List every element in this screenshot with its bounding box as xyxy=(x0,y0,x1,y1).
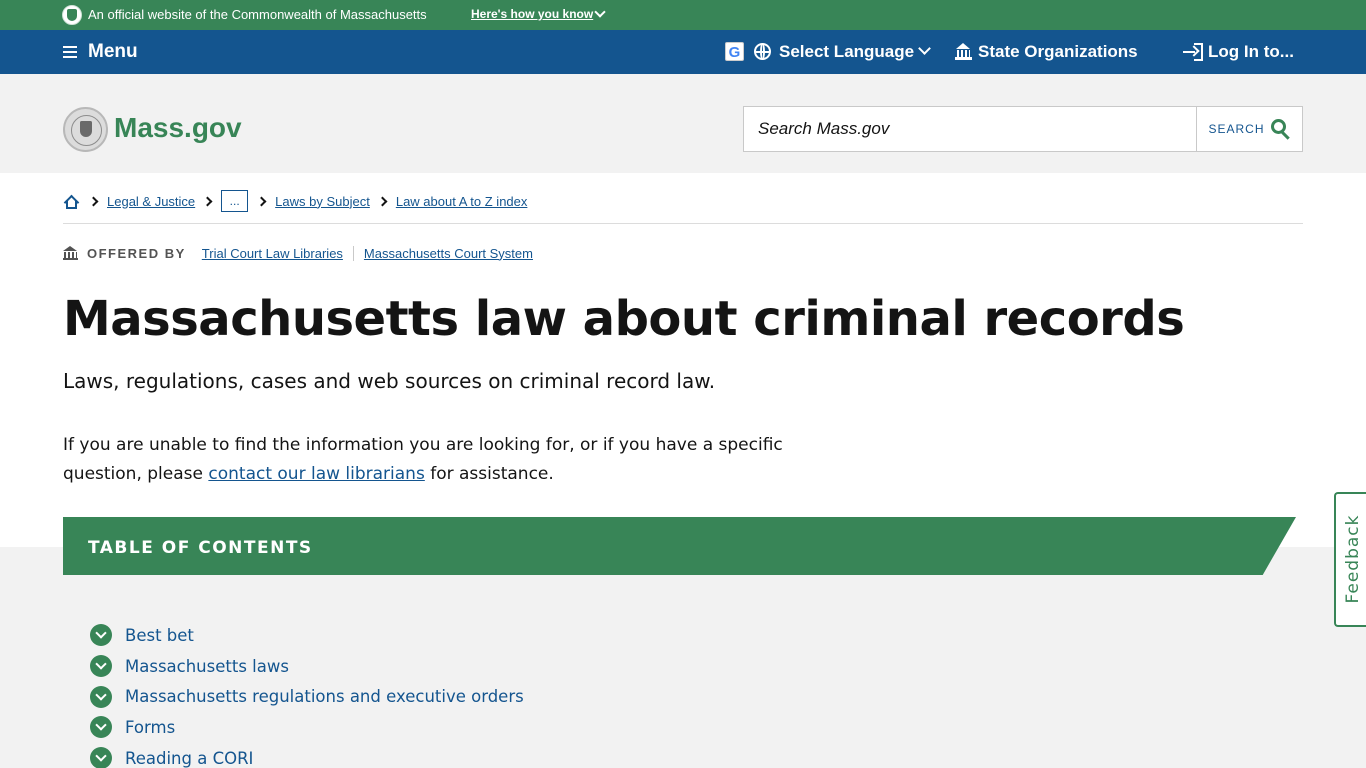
toc-item: Massachusetts regulations and executive … xyxy=(90,681,524,712)
state-organizations-button[interactable]: State Organizations xyxy=(978,42,1138,62)
intro-paragraph: If you are unable to find the informatio… xyxy=(63,431,863,489)
chevron-down-icon[interactable] xyxy=(594,6,606,18)
search-icon xyxy=(1270,119,1291,140)
utility-nav: Menu G Select Language State Organizatio… xyxy=(0,30,1366,74)
page-subtitle: Laws, regulations, cases and web sources… xyxy=(63,369,716,393)
breadcrumb-expand-button[interactable]: ... xyxy=(221,190,249,212)
search-field-wrapper xyxy=(743,106,1197,152)
site-header: Mass.gov SEARCH xyxy=(0,74,1366,173)
page-title: Massachusetts law about criminal records xyxy=(63,291,1185,347)
toc-link-massachusetts-laws[interactable]: Massachusetts laws xyxy=(125,657,289,676)
globe-icon xyxy=(754,43,771,60)
offered-by: OFFERED BY Trial Court Law Libraries Mas… xyxy=(63,245,533,261)
chevron-down-icon[interactable] xyxy=(918,42,931,55)
massachusetts-seal-icon xyxy=(62,5,82,25)
chevron-down-circle-icon xyxy=(90,624,112,647)
breadcrumb-laws-by-subject[interactable]: Laws by Subject xyxy=(275,194,370,209)
intro-text-end: for assistance. xyxy=(424,464,554,484)
toc-link-best-bet[interactable]: Best bet xyxy=(125,626,194,645)
toc-item: Reading a CORI xyxy=(90,743,524,768)
search-input[interactable] xyxy=(744,107,1196,151)
mass-gov-seal-logo[interactable] xyxy=(63,107,108,152)
toc-link-reading-a-cori[interactable]: Reading a CORI xyxy=(125,749,253,768)
menu-button[interactable]: Menu xyxy=(63,41,138,63)
toc-link-forms[interactable]: Forms xyxy=(125,718,175,737)
org-divider xyxy=(352,245,354,261)
hamburger-icon xyxy=(63,46,77,58)
toc-link-regulations[interactable]: Massachusetts regulations and executive … xyxy=(125,687,524,706)
login-button[interactable]: Log In to... xyxy=(1208,42,1294,62)
chevron-right-icon xyxy=(377,196,388,206)
table-of-contents-title: TABLE OF CONTENTS xyxy=(88,538,313,558)
breadcrumb-divider xyxy=(63,223,1303,224)
org-link-massachusetts-court-system[interactable]: Massachusetts Court System xyxy=(364,246,533,261)
chevron-down-circle-icon xyxy=(90,655,112,678)
toc-item: Forms xyxy=(90,712,524,743)
feedback-tab[interactable]: Feedback xyxy=(1334,492,1366,627)
breadcrumb-legal-justice[interactable]: Legal & Justice xyxy=(107,194,195,209)
select-language-button[interactable]: Select Language xyxy=(779,42,914,62)
login-icon xyxy=(1183,43,1203,61)
search-button-label: SEARCH xyxy=(1208,122,1265,136)
breadcrumb: Legal & Justice ... Laws by Subject Law … xyxy=(63,190,536,212)
breadcrumb-law-a-to-z[interactable]: Law about A to Z index xyxy=(396,194,528,209)
search-button[interactable]: SEARCH xyxy=(1196,106,1303,152)
chevron-right-icon xyxy=(88,196,99,206)
chevron-down-circle-icon xyxy=(90,747,112,768)
offered-by-label: OFFERED BY xyxy=(87,245,186,261)
chevron-right-icon xyxy=(256,196,267,206)
building-icon xyxy=(955,43,972,60)
toc-item: Massachusetts laws xyxy=(90,651,524,682)
mass-gov-logo-text[interactable]: Mass.gov xyxy=(114,112,242,144)
menu-label: Menu xyxy=(88,41,138,62)
google-translate-icon: G xyxy=(725,42,744,61)
chevron-down-circle-icon xyxy=(90,685,112,708)
official-site-text: An official website of the Commonwealth … xyxy=(88,7,427,22)
contact-law-librarians-link[interactable]: contact our law librarians xyxy=(208,464,424,484)
table-of-contents-list: Best bet Massachusetts laws Massachusett… xyxy=(90,620,524,768)
heres-how-you-know-link[interactable]: Here's how you know xyxy=(471,7,593,21)
feedback-label: Feedback xyxy=(1343,514,1363,604)
toc-item: Best bet xyxy=(90,620,524,651)
home-icon[interactable] xyxy=(63,194,80,210)
chevron-right-icon xyxy=(202,196,213,206)
building-icon xyxy=(63,245,78,261)
org-link-trial-court-law-libraries[interactable]: Trial Court Law Libraries xyxy=(202,246,343,261)
official-site-bar: An official website of the Commonwealth … xyxy=(0,0,1366,30)
chevron-down-circle-icon xyxy=(90,716,112,739)
